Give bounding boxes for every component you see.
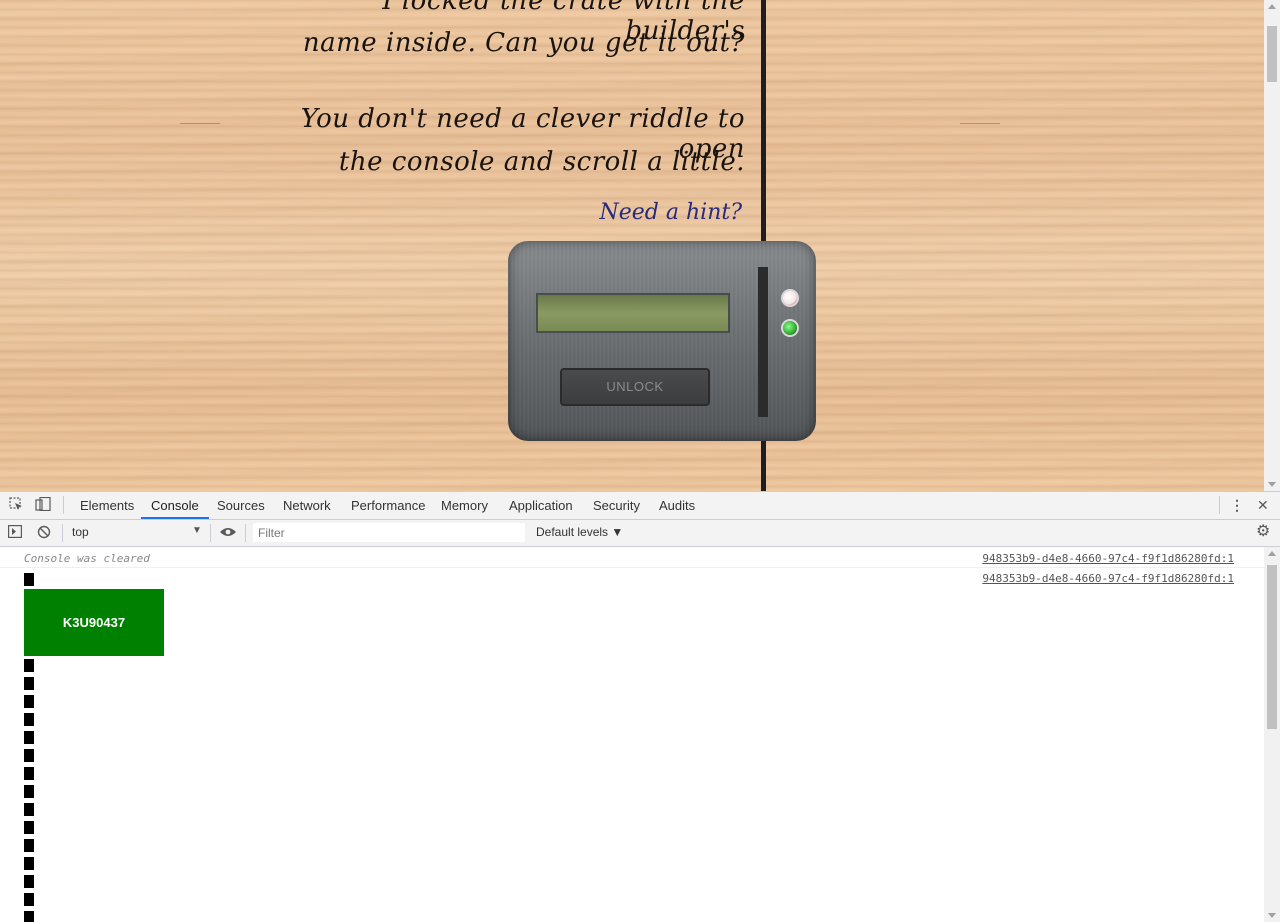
console-block: [24, 911, 34, 922]
settings-icon[interactable]: ⚙: [1256, 524, 1270, 540]
wood-grain: [960, 123, 1000, 124]
console-block: [24, 839, 34, 852]
close-icon[interactable]: ✕: [1257, 497, 1269, 513]
console-block: [24, 659, 34, 672]
console-block: [24, 573, 34, 586]
tab-sources[interactable]: Sources: [207, 492, 275, 519]
console-output: Console was cleared 948353b9-d4e8-4660-9…: [0, 547, 1264, 922]
console-block: [24, 785, 34, 798]
eye-icon[interactable]: [219, 525, 237, 541]
story-line-2: name inside. Can you get it out?: [302, 28, 745, 58]
tab-elements[interactable]: Elements: [70, 492, 144, 519]
status-led-green-icon: [781, 319, 799, 337]
tab-performance[interactable]: Performance: [341, 492, 435, 519]
console-block: [24, 857, 34, 870]
puzzle-page: I locked the crate with the builder's na…: [0, 0, 1264, 491]
inspect-icon[interactable]: [9, 497, 23, 514]
devtools-panel: Elements Console Sources Network Perform…: [0, 491, 1280, 922]
scroll-down-icon[interactable]: [1268, 482, 1276, 487]
green-code-box: K3U90437: [24, 589, 164, 656]
separator: [245, 524, 246, 542]
chevron-down-icon[interactable]: ▼: [192, 525, 202, 536]
source-link[interactable]: 948353b9-d4e8-4660-97c4-f9f1d86280fd:1: [982, 552, 1234, 565]
console-message: Console was cleared 948353b9-d4e8-4660-9…: [0, 547, 1264, 568]
page-scrollbar[interactable]: [1264, 0, 1280, 491]
tab-memory[interactable]: Memory: [431, 492, 498, 519]
scroll-up-icon[interactable]: [1268, 551, 1276, 556]
lock-display: [536, 293, 730, 333]
unlock-button[interactable]: UNLOCK: [560, 368, 710, 406]
separator: [63, 496, 64, 514]
story-line-4: the console and scroll a little.: [338, 147, 745, 177]
console-block: [24, 803, 34, 816]
wood-grain: [180, 123, 220, 124]
console-block: [24, 749, 34, 762]
clear-console-icon[interactable]: [37, 525, 51, 542]
devtools-tab-bar: Elements Console Sources Network Perform…: [0, 492, 1280, 520]
separator: [1219, 496, 1220, 514]
console-block: [24, 695, 34, 708]
hint-link[interactable]: Need a hint?: [600, 200, 742, 225]
status-led-red-icon: [781, 289, 799, 307]
separator: [210, 524, 211, 542]
context-selector[interactable]: top: [72, 525, 89, 539]
tab-network[interactable]: Network: [273, 492, 341, 519]
tab-application[interactable]: Application: [499, 492, 583, 519]
scroll-down-icon[interactable]: [1268, 913, 1276, 918]
filter-input[interactable]: [253, 523, 525, 542]
tab-audits[interactable]: Audits: [649, 492, 705, 519]
console-block: [24, 821, 34, 834]
console-block: [24, 875, 34, 888]
sidebar-toggle-icon[interactable]: [8, 525, 23, 541]
console-cleared-text: Console was cleared: [24, 552, 150, 565]
separator: [62, 524, 63, 542]
console-block: [24, 893, 34, 906]
console-block: [24, 677, 34, 690]
console-block: [24, 731, 34, 744]
console-scrollbar[interactable]: [1264, 547, 1280, 922]
log-levels-dropdown[interactable]: Default levels ▼: [536, 525, 623, 539]
console-block: [24, 767, 34, 780]
scroll-up-icon[interactable]: [1268, 4, 1276, 9]
console-toolbar: top ▼ Default levels ▼ ⚙: [0, 520, 1280, 547]
console-scroll-thumb[interactable]: [1267, 565, 1277, 729]
tab-console[interactable]: Console: [141, 492, 209, 519]
lock-seam: [758, 267, 768, 417]
more-icon[interactable]: ⋮: [1230, 497, 1244, 513]
device-toolbar-icon[interactable]: [35, 496, 51, 514]
source-link[interactable]: 948353b9-d4e8-4660-97c4-f9f1d86280fd:1: [982, 572, 1234, 585]
tab-security[interactable]: Security: [583, 492, 650, 519]
lock-panel: UNLOCK: [508, 241, 816, 441]
page-scroll-thumb[interactable]: [1267, 26, 1277, 82]
console-block: [24, 713, 34, 726]
